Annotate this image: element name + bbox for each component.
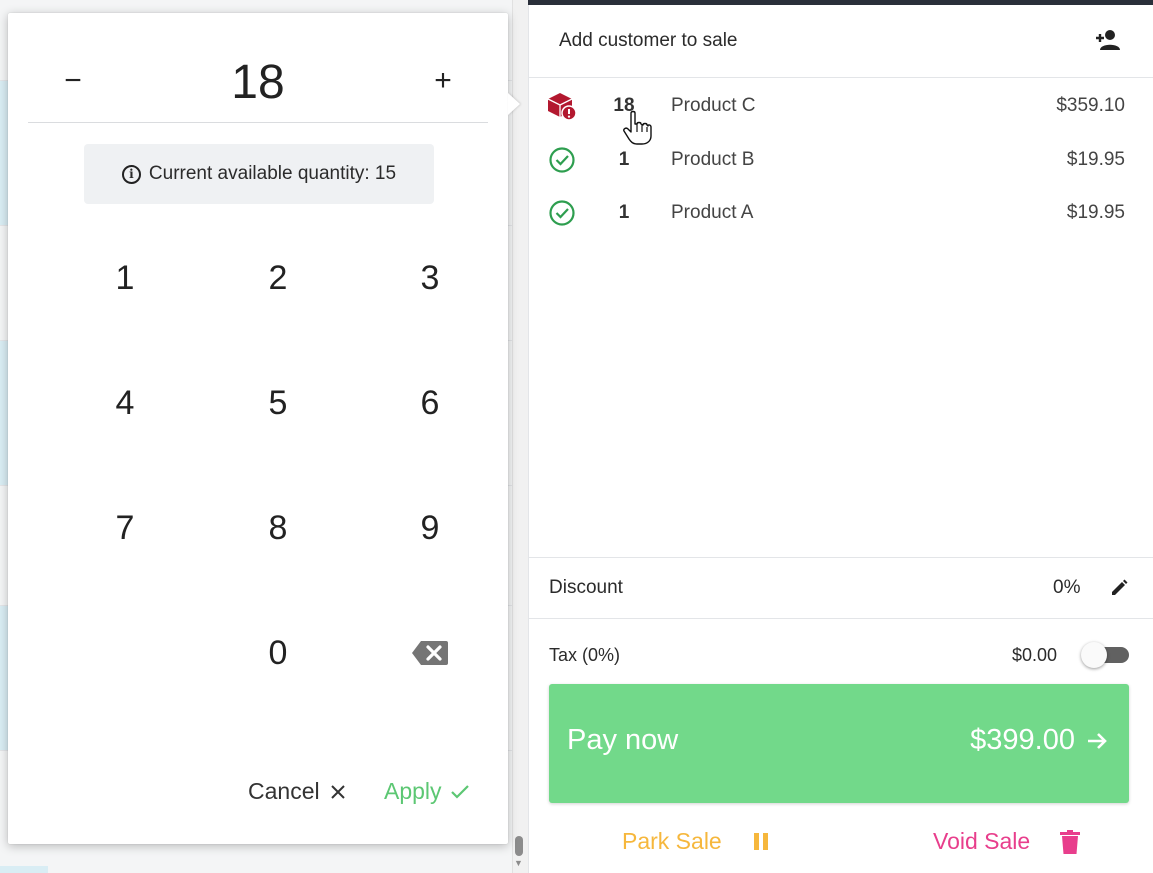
sale-panel: Add customer to sale 18 Product C $359.1… (528, 5, 1153, 873)
box-warning-icon (547, 93, 577, 121)
keypad-key-4[interactable]: 4 (65, 358, 185, 448)
popup-actions: Cancel Apply (8, 778, 508, 823)
line-item-quantity[interactable]: 1 (599, 202, 649, 224)
line-item-price: $359.10 (1056, 95, 1125, 116)
add-customer-row[interactable]: Add customer to sale (529, 5, 1153, 78)
add-customer-label: Add customer to sale (559, 30, 738, 51)
keypad-key-9[interactable]: 9 (370, 483, 490, 573)
pay-now-button[interactable]: Pay now $399.00 (549, 684, 1129, 803)
line-item[interactable]: 1 Product A $19.95 (529, 188, 1153, 238)
void-sale-button[interactable]: Void Sale (933, 828, 1081, 855)
decrease-quantity-button[interactable]: − (48, 63, 98, 103)
line-item[interactable]: 18 Product C $359.10 (529, 81, 1153, 131)
tax-label: Tax (0%) (549, 645, 621, 665)
pay-now-label: Pay now (567, 724, 679, 756)
arrow-right-icon (1088, 732, 1107, 749)
background-chip (0, 866, 48, 873)
cancel-button[interactable]: Cancel (248, 778, 346, 805)
scrollbar[interactable] (512, 0, 528, 873)
apply-label: Apply (384, 778, 442, 804)
available-quantity-text: Current available quantity: 15 (148, 163, 397, 184)
person-add-icon[interactable] (1095, 27, 1121, 53)
scroll-down-arrow-icon[interactable]: ▼ (514, 858, 523, 868)
pause-icon (753, 832, 768, 850)
line-item-price: $19.95 (1066, 202, 1125, 223)
backspace-icon (412, 641, 448, 665)
park-sale-button[interactable]: Park Sale (622, 828, 770, 855)
pay-amount: $399.00 (970, 724, 1075, 756)
tax-row: Tax (0%) $0.00 (529, 635, 1153, 675)
sale-actions: Park Sale Void Sale (529, 820, 1153, 865)
check-icon (450, 784, 469, 799)
line-item-price: $19.95 (1066, 149, 1125, 170)
keypad-key-2[interactable]: 2 (218, 233, 338, 323)
check-circle-icon (549, 200, 575, 226)
popup-pointer (508, 93, 520, 115)
keypad-key-8[interactable]: 8 (218, 483, 338, 573)
keypad-key-6[interactable]: 6 (370, 358, 490, 448)
keypad-key-0[interactable]: 0 (218, 608, 338, 698)
tax-toggle-knob (1081, 642, 1107, 668)
info-icon: i (121, 164, 141, 184)
keypad-key-7[interactable]: 7 (65, 483, 185, 573)
quantity-popup: − 18 + i Current available quantity: 15 … (8, 13, 508, 844)
pencil-icon[interactable] (1109, 578, 1129, 598)
line-item-quantity[interactable]: 18 (599, 95, 649, 117)
apply-button[interactable]: Apply (384, 778, 470, 805)
keypad-key-3[interactable]: 3 (370, 233, 490, 323)
discount-value: 0% (1053, 577, 1081, 598)
check-circle-icon (549, 147, 575, 173)
line-item[interactable]: 1 Product B $19.95 (529, 135, 1153, 185)
available-quantity-notice: i Current available quantity: 15 (84, 144, 434, 204)
line-item-name: Product C (671, 95, 756, 116)
discount-label: Discount (549, 577, 623, 598)
close-icon (330, 784, 345, 799)
cancel-label: Cancel (248, 778, 320, 804)
keypad-key-5[interactable]: 5 (218, 358, 338, 448)
pay-amount-group: $399.00 (970, 724, 1109, 757)
quantity-stepper: − 18 + (28, 43, 488, 123)
tax-value: $0.00 (1012, 645, 1058, 665)
backspace-button[interactable] (370, 608, 490, 698)
line-item-name: Product A (671, 202, 754, 223)
line-item-quantity[interactable]: 1 (599, 149, 649, 171)
scrollbar-thumb[interactable] (515, 836, 523, 856)
park-sale-label: Park Sale (622, 828, 722, 854)
trash-icon (1060, 829, 1081, 854)
discount-row: Discount 0% (529, 557, 1153, 619)
line-item-name: Product B (671, 149, 755, 170)
quantity-value: 18 (231, 56, 285, 109)
void-sale-label: Void Sale (933, 828, 1031, 854)
tax-toggle[interactable] (1081, 642, 1129, 668)
increase-quantity-button[interactable]: + (418, 63, 468, 103)
keypad-key-1[interactable]: 1 (65, 233, 185, 323)
